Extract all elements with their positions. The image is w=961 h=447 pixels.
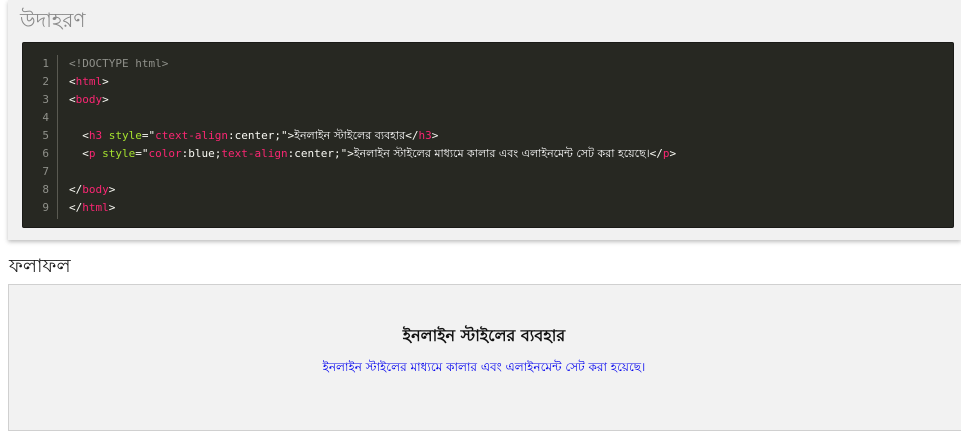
line-number: 3 [42, 93, 49, 106]
code-line: <html> [69, 73, 676, 91]
code-block: 1 2 3 4 5 6 7 8 9 <!DOCTYPE html> <html>… [22, 42, 954, 228]
doctype-token: <!DOCTYPE html> [69, 57, 169, 70]
line-number: 1 [42, 57, 49, 70]
line-number: 5 [42, 129, 49, 142]
code-punct: </ [649, 147, 663, 160]
code-text: ইনলাইন স্টাইলের মাধ্যমে কালার এবং এলাইনম… [353, 147, 650, 160]
code-attribute: style [108, 129, 142, 142]
code-punct: > [108, 183, 116, 196]
code-lines: <!DOCTYPE html> <html> <body> <h3 style=… [69, 55, 676, 217]
code-punct: </ [69, 183, 83, 196]
code-punct: < [69, 93, 76, 106]
code-tag: h3 [418, 129, 432, 142]
line-number: 4 [42, 111, 49, 124]
code-punct: </ [405, 129, 419, 142]
code-punct: =" [135, 147, 149, 160]
example-title: উদাহরণ [20, 8, 86, 32]
code-punct: </ [69, 201, 83, 214]
code-punct: < [82, 129, 89, 142]
code-punct: < [82, 147, 89, 160]
code-line: </body> [69, 181, 676, 199]
code-punct: > [669, 147, 677, 160]
code-punct: > [347, 147, 354, 160]
result-output: ইনলাইন স্টাইলের ব্যবহার ইনলাইন স্টাইলের … [8, 284, 961, 431]
result-heading: ইনলাইন স্টাইলের ব্যবহার [402, 326, 566, 345]
code-punct: ;" [333, 147, 348, 160]
code-tag: h3 [88, 129, 103, 142]
line-number: 8 [42, 183, 49, 196]
example-panel: উদাহরণ 1 2 3 4 5 6 7 8 9 <!DOCTYPE html>… [8, 0, 961, 240]
code-property: color [148, 147, 182, 160]
code-punct: > [431, 129, 439, 142]
code-tag: p [88, 147, 96, 160]
line-number: 9 [42, 201, 49, 214]
code-punct: > [108, 201, 116, 214]
code-punct: > [102, 93, 109, 106]
code-line: <p style="color:blue;text-align:center;"… [69, 145, 676, 163]
code-text: ইনলাইন স্টাইলের ব্যবহার [294, 129, 406, 142]
line-number: 6 [42, 147, 49, 160]
result-paragraph: ইনলাইন স্টাইলের মাধ্যমে কালার এবং এলাইনম… [322, 360, 646, 374]
code-value: center [234, 129, 275, 142]
line-number: 7 [42, 165, 49, 178]
code-punct: : [227, 129, 235, 142]
code-line: <h3 style="ctext-align:center;">ইনলাইন স… [69, 127, 676, 145]
code-property: ctext-align [155, 129, 228, 142]
code-line: <body> [69, 91, 676, 109]
code-value: blue [188, 147, 215, 160]
code-tag: body [82, 183, 109, 196]
line-number: 2 [42, 75, 49, 88]
code-punct: =" [141, 129, 156, 142]
code-tag: p [662, 147, 670, 160]
code-punct: ;" [274, 129, 288, 142]
code-value: center [294, 147, 334, 160]
code-punct: < [69, 75, 76, 88]
code-line: <!DOCTYPE html> [69, 55, 676, 73]
result-title: ফলাফল [9, 255, 71, 277]
code-property: text-align [221, 147, 288, 160]
code-attribute: style [102, 147, 136, 160]
code-tag: html [82, 201, 109, 214]
line-number-gutter: 1 2 3 4 5 6 7 8 9 [23, 55, 58, 219]
code-tag: html [75, 75, 103, 88]
code-line: </html> [69, 199, 676, 217]
code-tag: body [75, 93, 103, 106]
code-punct: > [102, 75, 109, 88]
